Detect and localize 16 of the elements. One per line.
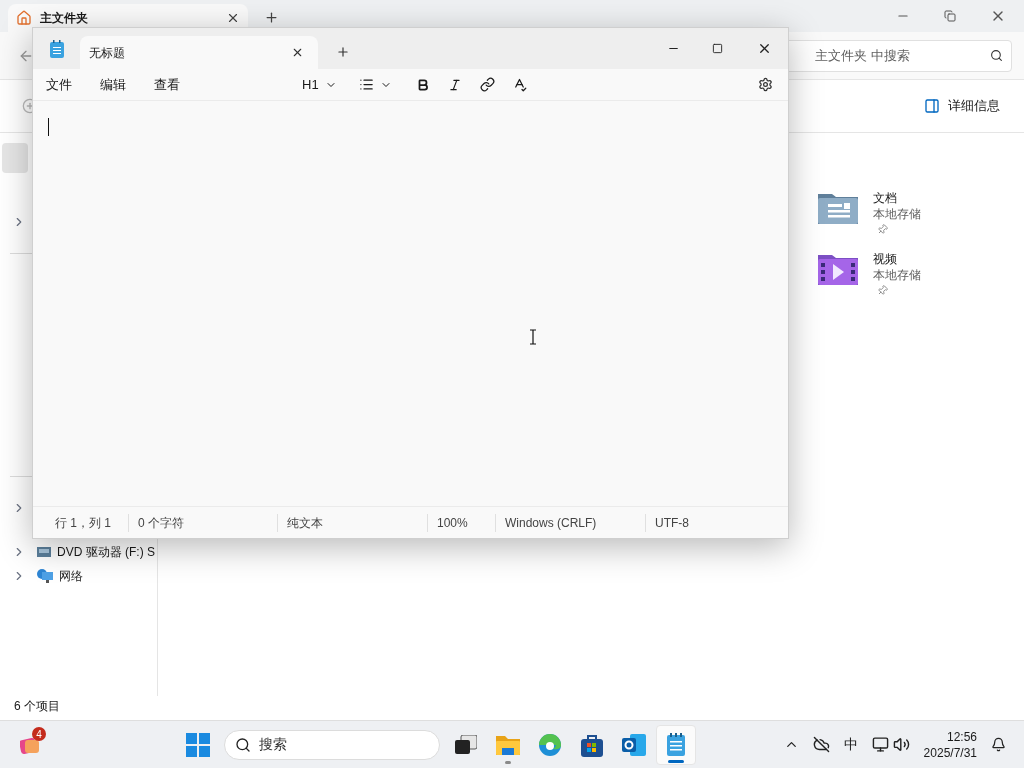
search-placeholder: 搜索 xyxy=(259,735,287,754)
sidebar-label: DVD 驱动器 (F:) S xyxy=(57,544,155,561)
search-placeholder: 主文件夹 中搜索 xyxy=(815,46,910,65)
notification-badge: 4 xyxy=(32,727,46,741)
sidebar-label: 网络 xyxy=(59,568,83,585)
status-text: Windows (CRLF) xyxy=(505,514,597,532)
status-text: 100% xyxy=(437,514,468,532)
folder-location: 本地存储 xyxy=(873,267,921,283)
status-text: UTF-8 xyxy=(655,514,689,532)
tab-title: 主文件夹 xyxy=(40,10,88,27)
tab-title: 无标题 xyxy=(89,44,125,62)
status-text: 行 1，列 1 xyxy=(55,514,111,532)
status-text: 0 个字符 xyxy=(138,514,184,532)
item-count: 6 个项目 xyxy=(14,698,60,715)
status-text: 纯文本 xyxy=(287,514,323,532)
folder-location: 本地存储 xyxy=(873,206,921,222)
